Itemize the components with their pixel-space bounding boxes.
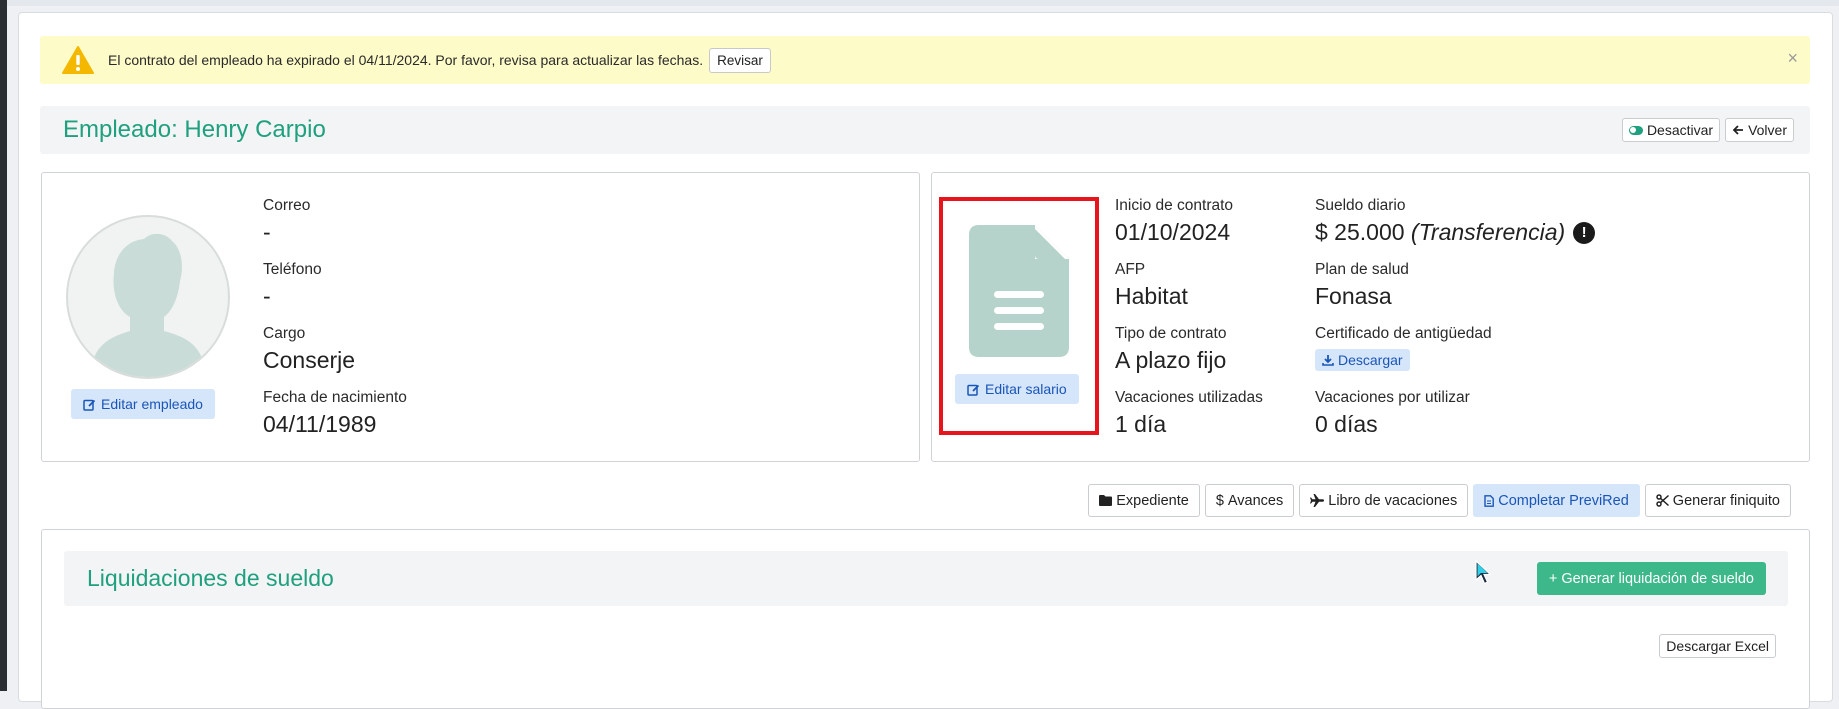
payment-method: (Transferencia)	[1410, 219, 1566, 245]
download-excel-button[interactable]: Descargar Excel	[1659, 634, 1776, 658]
employee-info-card: Editar empleado Correo - Teléfono - Carg…	[41, 172, 920, 462]
advances-label: Avances	[1227, 492, 1284, 509]
health-plan-label: Plan de salud	[1315, 261, 1409, 278]
edit-salary-button[interactable]: Editar salario	[955, 374, 1079, 404]
daily-salary-value: $ 25.000 (Transferencia)!	[1315, 219, 1596, 246]
contract-expired-alert: El contrato del empleado ha expirado el …	[40, 36, 1810, 84]
file-icon	[1484, 494, 1495, 507]
contract-type-label: Tipo de contrato	[1115, 325, 1227, 342]
edit-icon	[967, 384, 980, 396]
toggle-icon	[1628, 125, 1643, 135]
close-icon[interactable]: ×	[1787, 49, 1798, 67]
daily-salary-label: Sueldo diario	[1315, 197, 1406, 214]
back-label: Volver	[1748, 122, 1787, 138]
review-button[interactable]: Revisar	[709, 47, 771, 73]
daily-salary-amount: $ 25.000	[1315, 219, 1405, 245]
scissors-icon	[1656, 494, 1669, 507]
plane-icon	[1310, 494, 1325, 507]
generate-settlement-label: Generar finiquito	[1672, 492, 1780, 509]
complete-previred-label: Completar PreviRed	[1498, 492, 1629, 509]
vacation-used-label: Vacaciones utilizadas	[1115, 389, 1263, 406]
header-actions: Desactivar Volver	[1621, 118, 1794, 142]
employee-header: Empleado: Henry Carpio Desactivar Volver	[40, 106, 1810, 154]
mouse-cursor-icon	[1475, 560, 1493, 585]
payroll-header: Liquidaciones de sueldo + Generar liquid…	[64, 551, 1788, 606]
payroll-section: Liquidaciones de sueldo + Generar liquid…	[41, 529, 1810, 709]
afp-value: Habitat	[1115, 283, 1188, 309]
page-title: Empleado: Henry Carpio	[63, 116, 326, 143]
edit-employee-button[interactable]: Editar empleado	[71, 389, 215, 419]
avatar	[66, 215, 230, 379]
email-label: Correo	[263, 197, 311, 214]
vacation-book-button[interactable]: Libro de vacaciones	[1299, 484, 1469, 517]
contract-info-card: Editar salario Inicio de contrato 01/10/…	[931, 172, 1810, 462]
file-label: Expediente	[1116, 492, 1189, 509]
deactivate-button[interactable]: Desactivar	[1621, 118, 1721, 142]
file-button[interactable]: Expediente	[1088, 484, 1200, 517]
dollar-icon: $	[1215, 492, 1224, 509]
info-icon[interactable]: !	[1573, 221, 1596, 244]
download-certificate-label: Descargar	[1338, 352, 1403, 368]
position-label: Cargo	[263, 325, 306, 342]
download-certificate-button[interactable]: Descargar	[1315, 349, 1410, 371]
email-value: -	[263, 219, 271, 245]
deactivate-label: Desactivar	[1646, 122, 1714, 138]
employee-actions: Expediente $ Avances Libro de vacaciones…	[1088, 484, 1791, 517]
user-silhouette-icon	[90, 233, 206, 377]
payroll-title: Liquidaciones de sueldo	[87, 565, 334, 591]
complete-previred-button[interactable]: Completar PreviRed	[1473, 484, 1640, 517]
afp-label: AFP	[1115, 261, 1146, 278]
edit-icon	[83, 399, 96, 411]
phone-label: Teléfono	[263, 261, 322, 278]
alert-message: El contrato del empleado ha expirado el …	[108, 52, 704, 68]
document-icon	[969, 225, 1069, 357]
vacation-pending-value: 0 días	[1315, 411, 1378, 437]
arrow-left-icon	[1732, 125, 1744, 135]
top-strip	[7, 0, 1839, 6]
salary-document-highlight: Editar salario	[939, 197, 1099, 435]
folder-icon	[1099, 495, 1113, 506]
vacation-book-label: Libro de vacaciones	[1328, 492, 1458, 509]
birthdate-value: 04/11/1989	[263, 411, 377, 437]
vacation-used-value: 1 día	[1115, 411, 1167, 437]
advances-button[interactable]: $ Avances	[1204, 484, 1295, 517]
download-icon	[1322, 355, 1334, 366]
contract-type-value: A plazo fijo	[1115, 347, 1227, 373]
generate-payroll-button[interactable]: + Generar liquidación de sueldo	[1536, 562, 1766, 595]
window-left-edge	[0, 0, 7, 691]
warning-triangle-icon	[62, 46, 94, 74]
edit-salary-label: Editar salario	[985, 381, 1067, 397]
birthdate-label: Fecha de nacimiento	[263, 389, 407, 406]
generate-settlement-button[interactable]: Generar finiquito	[1644, 484, 1791, 517]
position-value: Conserje	[263, 347, 356, 373]
contract-start-value: 01/10/2024	[1115, 219, 1231, 245]
vacation-pending-label: Vacaciones por utilizar	[1315, 389, 1470, 406]
phone-value: -	[263, 283, 271, 309]
edit-employee-label: Editar empleado	[101, 396, 203, 412]
health-plan-value: Fonasa	[1315, 283, 1392, 309]
seniority-certificate-label: Certificado de antigüedad	[1315, 325, 1492, 342]
contract-start-label: Inicio de contrato	[1115, 197, 1234, 214]
back-button[interactable]: Volver	[1725, 118, 1794, 142]
